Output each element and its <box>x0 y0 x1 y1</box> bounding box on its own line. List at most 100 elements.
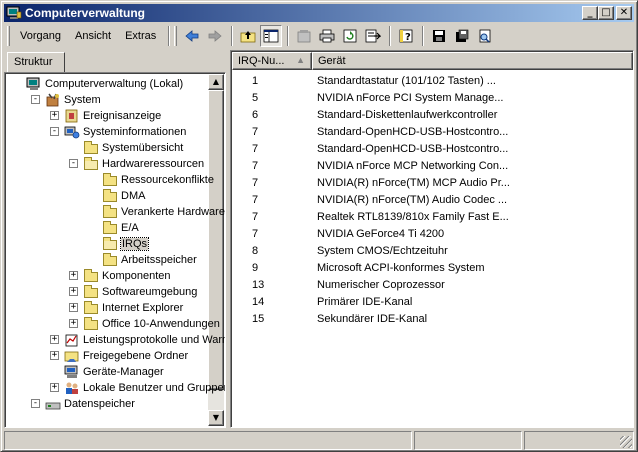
tree-node[interactable]: Ereignisanzeige <box>64 108 161 124</box>
list-row[interactable]: 1 Standardtastatur (101/102 Tasten) ... <box>233 73 629 90</box>
tree-node[interactable]: Hardwareressourcen <box>83 156 204 172</box>
list-row[interactable]: 6 Standard-Diskettenlaufwerkcontroller <box>233 107 629 124</box>
list-row[interactable]: 8 System CMOS/Echtzeituhr <box>233 243 629 260</box>
tree-node[interactable]: Computerverwaltung (Lokal) <box>26 76 183 92</box>
title-bar[interactable]: Computerverwaltung _ □ ✕ <box>4 4 634 22</box>
expand-icon[interactable]: + <box>69 319 78 328</box>
toolbar-grip[interactable] <box>174 26 178 46</box>
list-row[interactable]: 7 NVIDIA(R) nForce(TM) MCP Audio Pr... <box>233 175 629 192</box>
menu-extras[interactable]: Extras <box>119 30 162 42</box>
find-button[interactable] <box>474 25 496 47</box>
list-row[interactable]: 7 NVIDIA nForce MCP Networking Con... <box>233 158 629 175</box>
tree-node-label: Geräte-Manager <box>83 366 164 378</box>
device-cell: Primärer IDE-Kanal <box>317 296 413 308</box>
folder-icon <box>83 317 99 331</box>
expand-icon[interactable]: + <box>50 111 59 120</box>
console-tree[interactable]: ▲ ▼ Computerverwaltung (Lokal) - System + Er… <box>4 72 226 428</box>
minimize-button[interactable]: _ <box>582 6 598 20</box>
list-row[interactable]: 7 NVIDIA(R) nForce(TM) Audio Codec ... <box>233 192 629 209</box>
tree-node-label: Systemübersicht <box>102 142 184 154</box>
device-cell: System CMOS/Echtzeituhr <box>317 245 448 257</box>
pane-area: Struktur ▲ ▼ Computerverwaltung (Lokal) -… <box>4 50 634 428</box>
tree-node[interactable]: Office 10-Anwendungen <box>83 316 220 332</box>
tree-node-label: Ereignisanzeige <box>83 110 162 122</box>
tree-node[interactable]: Komponenten <box>83 268 171 284</box>
tree-node[interactable]: Freigegebene Ordner <box>64 348 188 364</box>
list-row[interactable]: 13 Numerischer Coprozessor <box>233 277 629 294</box>
collapse-icon[interactable]: - <box>31 95 40 104</box>
tree-node[interactable]: Softwareumgebung <box>83 284 197 300</box>
tree-node[interactable]: Datenspeicher <box>45 396 135 412</box>
list-row[interactable]: 9 Microsoft ACPI-konformes System <box>233 260 629 277</box>
computer-management-icon <box>26 77 42 91</box>
toolbar-grip[interactable] <box>7 26 10 46</box>
device-cell: Realtek RTL8139/810x Family Fast E... <box>317 211 509 223</box>
scroll-up-button[interactable]: ▲ <box>208 74 224 90</box>
sort-ascending-icon: ▲ <box>296 55 305 65</box>
tree-node[interactable]: Lokale Benutzer und Gruppen <box>64 380 225 396</box>
close-button[interactable]: ✕ <box>616 6 632 20</box>
tree-node[interactable]: Arbeitsspeicher <box>102 252 197 268</box>
tree-node[interactable]: Verankerte Hardware <box>102 204 225 220</box>
performance-logs-icon <box>64 333 80 347</box>
menu-ansicht[interactable]: Ansicht <box>69 30 117 42</box>
list-row[interactable]: 7 Standard-OpenHCD-USB-Hostcontro... <box>233 141 629 158</box>
tree-node[interactable]: DMA <box>102 188 145 204</box>
expand-icon[interactable]: + <box>50 351 59 360</box>
expand-icon[interactable]: + <box>50 335 59 344</box>
expand-icon[interactable]: + <box>50 383 59 392</box>
print-preview-button[interactable] <box>451 25 473 47</box>
tree-node[interactable]: Leistungsprotokolle und Warn <box>64 332 226 348</box>
tree-node-label: System <box>64 94 101 106</box>
device-cell: NVIDIA(R) nForce(TM) MCP Audio Pr... <box>317 177 510 189</box>
expand-icon[interactable]: + <box>69 271 78 280</box>
column-header-device[interactable]: Gerät <box>312 52 633 70</box>
irq-number-cell: 7 <box>252 143 259 155</box>
maximize-button[interactable]: □ <box>598 6 614 20</box>
export-list-icon <box>365 29 382 43</box>
list-row[interactable]: 7 Standard-OpenHCD-USB-Hostcontro... <box>233 124 629 141</box>
tree-node[interactable]: Geräte-Manager <box>64 364 164 380</box>
help-button[interactable]: ? <box>395 25 417 47</box>
device-cell: NVIDIA nForce MCP Networking Con... <box>317 160 509 172</box>
list-row[interactable]: 7 Realtek RTL8139/810x Family Fast E... <box>233 209 629 226</box>
irq-number-cell: 9 <box>252 262 259 274</box>
forward-button[interactable] <box>204 25 226 47</box>
tree-node[interactable]: Ressourcekonflikte <box>102 172 214 188</box>
collapse-icon[interactable]: - <box>50 127 59 136</box>
tree-node[interactable]: Internet Explorer <box>83 300 183 316</box>
properties-button[interactable] <box>293 25 315 47</box>
list-row[interactable]: 7 NVIDIA GeForce4 Ti 4200 <box>233 226 629 243</box>
tree-node[interactable]: System <box>45 92 101 108</box>
up-one-level-button[interactable] <box>237 25 259 47</box>
collapse-icon[interactable]: - <box>69 159 78 168</box>
list-row[interactable]: 14 Primärer IDE-Kanal <box>233 294 629 311</box>
export-list-button[interactable] <box>362 25 384 47</box>
save-button[interactable] <box>428 25 450 47</box>
results-list[interactable]: IRQ-Nu... ▲ Gerät 1 Standardtastatur (101… <box>230 50 634 428</box>
tree-vertical-scrollbar[interactable]: ▲ ▼ <box>208 74 224 426</box>
column-header-irq[interactable]: IRQ-Nu... ▲ <box>232 52 312 70</box>
tree-node[interactable]: E/A <box>102 220 139 236</box>
expand-icon[interactable]: + <box>69 287 78 296</box>
irq-number-cell: 8 <box>252 245 259 257</box>
list-row[interactable]: 15 Sekundärer IDE-Kanal <box>233 311 629 328</box>
print-button[interactable] <box>316 25 338 47</box>
device-cell: NVIDIA(R) nForce(TM) Audio Codec ... <box>317 194 508 206</box>
collapse-icon[interactable]: - <box>31 399 40 408</box>
scroll-down-button[interactable]: ▼ <box>208 410 224 426</box>
tree-node[interactable]: Systeminformationen <box>64 124 186 140</box>
tab-struktur[interactable]: Struktur <box>7 52 65 72</box>
show-hide-tree-button[interactable] <box>260 25 283 47</box>
expand-icon[interactable]: + <box>69 303 78 312</box>
tree-node[interactable]: Systemübersicht <box>83 140 183 156</box>
refresh-button[interactable] <box>339 25 361 47</box>
tree-node[interactable]: IRQs <box>102 236 150 252</box>
back-button[interactable] <box>181 25 203 47</box>
device-cell: Microsoft ACPI-konformes System <box>317 262 485 274</box>
irq-number-cell: 6 <box>252 109 259 121</box>
tree-node-label: Leistungsprotokolle und Warn <box>83 334 226 346</box>
list-row[interactable]: 5 NVIDIA nForce PCI System Manage... <box>233 90 629 107</box>
menu-vorgang[interactable]: Vorgang <box>14 30 67 42</box>
resize-grip[interactable] <box>620 436 632 448</box>
